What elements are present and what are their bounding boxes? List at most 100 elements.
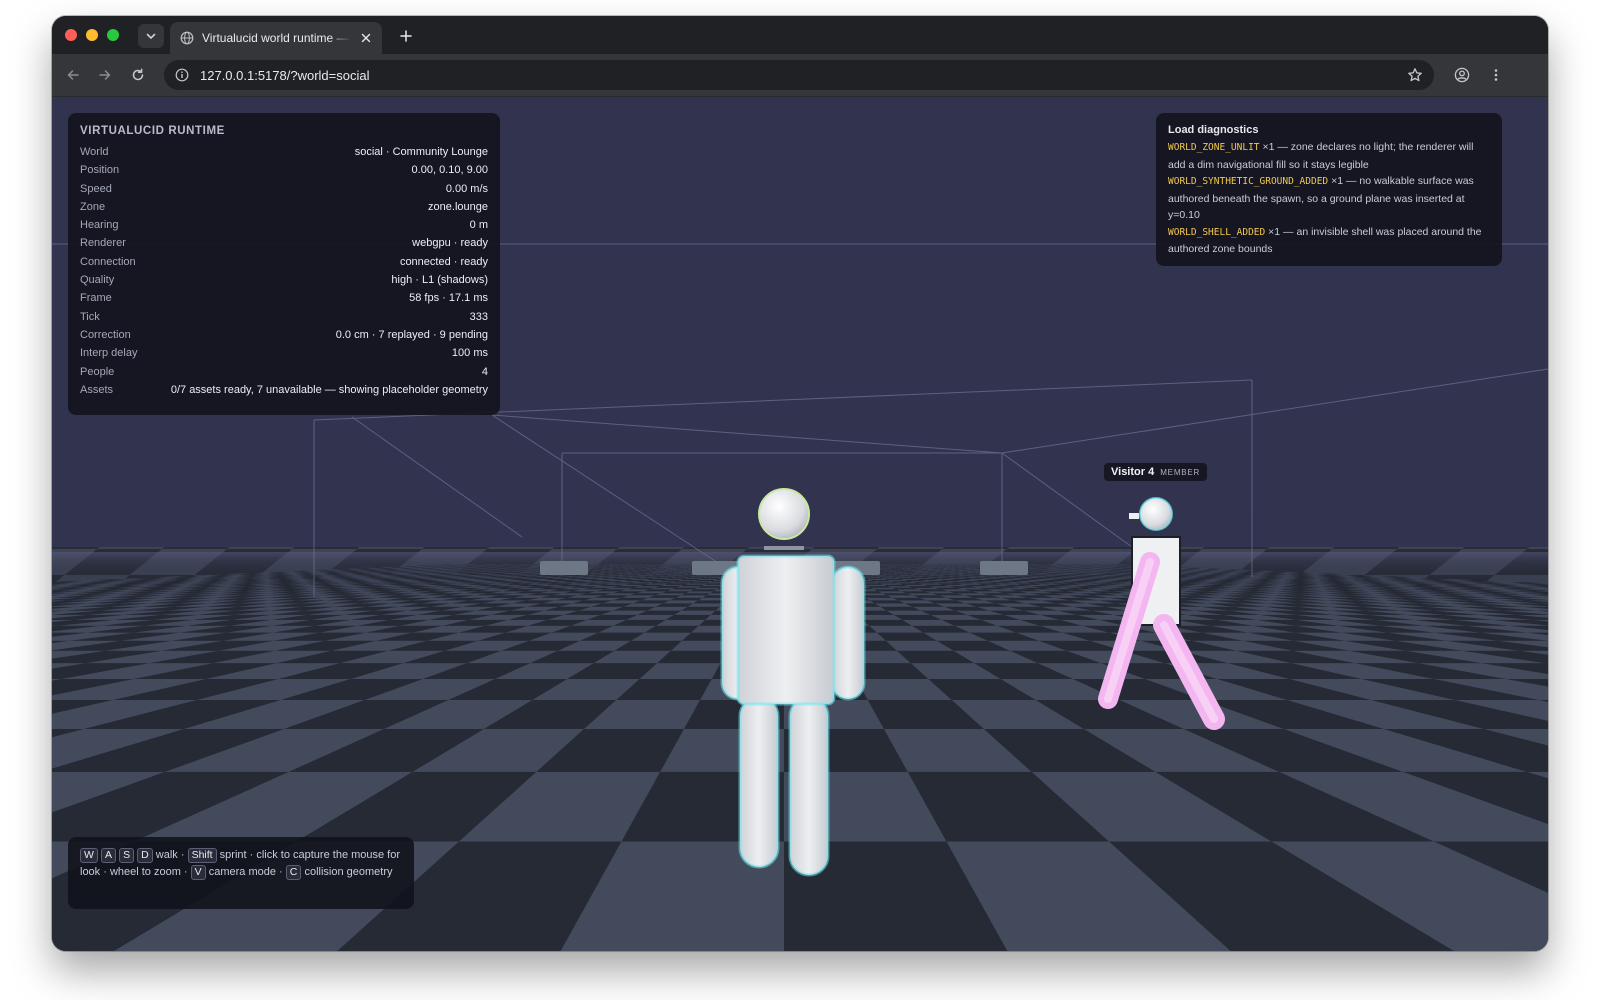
diagnostic-count: ×1	[1331, 175, 1344, 187]
minimize-window-button[interactable]	[86, 29, 98, 41]
close-tab-icon[interactable]	[358, 30, 374, 46]
hud-value: 333	[469, 310, 488, 323]
controls-help-panel: W A S D walk · Shift sprint · click to c…	[68, 837, 414, 909]
hud-row-quality: Quality high · L1 (shadows)	[80, 271, 488, 289]
hud-title: VIRTUALUCID RUNTIME	[80, 125, 225, 137]
key-v: V	[190, 864, 206, 880]
hud-row-interp-delay: Interp delay 100 ms	[80, 344, 488, 362]
reload-icon	[132, 68, 144, 81]
hud-value: webgpu · ready	[412, 237, 488, 250]
hud-label: World	[80, 146, 109, 158]
maximize-window-button[interactable]	[107, 29, 119, 41]
hud-row-speed: Speed 0.00 m/s	[80, 180, 488, 198]
hud-rows: World social · Community Lounge Position 0.…	[80, 143, 488, 399]
profile-icon	[1454, 67, 1470, 83]
hud-value: high · L1 (shadows)	[391, 274, 488, 287]
hud-row-renderer: Renderer webgpu · ready	[80, 234, 488, 252]
hud-label: Connection	[80, 255, 136, 268]
tab-active[interactable]: Virtualucid world runtime — d	[170, 22, 382, 54]
visitor-role-badge: MEMBER	[1160, 467, 1201, 477]
visitor-nametag: Visitor 4 MEMBER	[1104, 463, 1208, 481]
key-a: A	[100, 848, 116, 863]
hud-value: 58 fps · 17.1 ms	[409, 292, 488, 305]
chevron-down-icon	[146, 33, 156, 40]
hud-label: Tick	[80, 310, 100, 323]
new-tab-button[interactable]	[395, 25, 417, 47]
camera-text: camera mode ·	[208, 865, 283, 878]
hud-label: Frame	[80, 292, 112, 305]
hud-value: 0.0 cm · 7 replayed · 9 pending	[335, 328, 488, 341]
address-bar[interactable]: 127.0.0.1:5178/?world=social	[164, 60, 1434, 90]
diagnostic-code: WORLD_ZONE_UNLIT	[1168, 142, 1260, 153]
hud-label: Assets	[80, 383, 114, 396]
hud-value: zone.lounge	[428, 200, 488, 213]
tab-bar: Virtualucid world runtime — d	[52, 16, 1548, 54]
hud-row-hearing: Hearing 0 m	[80, 216, 488, 234]
hud-row-zone: Zone zone.lounge	[80, 198, 488, 216]
visitor-name: Visitor 4	[1111, 466, 1155, 478]
globe-icon	[180, 31, 194, 45]
diagnostic-item: WORLD_SHELL_ADDED ×1 — an invisible shel…	[1168, 224, 1490, 258]
hud-label: Quality	[80, 274, 115, 287]
key-d: D	[137, 848, 153, 863]
hud-value: 0.00, 0.10, 9.00	[411, 164, 488, 177]
diagnostic-item: WORLD_ZONE_UNLIT ×1 — zone declares no l…	[1168, 139, 1490, 173]
reload-button[interactable]	[127, 64, 149, 86]
hud-row-position: Position 0.00, 0.10, 9.00	[80, 161, 488, 179]
hud-value: 0/7 assets ready, 7 unavailable — showin…	[170, 383, 488, 396]
url-text: 127.0.0.1:5178/?world=social	[200, 67, 370, 83]
hud-row-assets: Assets 0/7 assets ready, 7 unavailable — …	[80, 381, 488, 399]
site-info-icon[interactable]	[174, 67, 190, 83]
back-button[interactable]	[62, 64, 84, 86]
close-window-button[interactable]	[65, 29, 77, 41]
collision-text: collision geometry	[304, 865, 393, 878]
runtime-hud-panel: VIRTUALUCID RUNTIME World social · Commun…	[68, 113, 500, 415]
browser-toolbar: 127.0.0.1:5178/?world=social	[52, 54, 1548, 97]
hud-label: Position	[80, 164, 120, 177]
browser-menu-button[interactable]	[1485, 64, 1507, 86]
profile-button[interactable]	[1451, 64, 1473, 86]
forward-button[interactable]	[94, 64, 116, 86]
hud-row-connection: Connection connected · ready	[80, 253, 488, 271]
hud-row-correction: Correction 0.0 cm · 7 replayed · 9 pendin…	[80, 326, 488, 344]
hud-value: 0 m	[469, 219, 488, 232]
hud-label: Renderer	[80, 237, 126, 250]
tab-title: Virtualucid world runtime — d	[202, 31, 352, 45]
bookmark-star-icon[interactable]	[1406, 66, 1424, 84]
key-s: S	[119, 848, 135, 863]
hud-label: Hearing	[80, 219, 119, 232]
diagnostic-item: WORLD_SYNTHETIC_GROUND_ADDED ×1 — no wal…	[1168, 173, 1490, 224]
hud-label: Speed	[80, 182, 112, 195]
diagnostic-count: ×1	[1262, 141, 1275, 153]
diagnostic-count: ×1	[1268, 225, 1281, 238]
hud-value: 4	[481, 365, 488, 378]
more-vertical-icon	[1494, 69, 1498, 81]
arrow-left-icon	[67, 70, 79, 80]
hud-row-world: World social · Community Lounge	[80, 143, 488, 161]
hud-row-people: People 4	[80, 363, 488, 381]
world-viewport[interactable]: VIRTUALUCID RUNTIME World social · Commun…	[52, 97, 1548, 951]
browser-window: Virtualucid world runtime — d 127.0.0.1:…	[52, 16, 1548, 951]
arrow-right-icon	[99, 70, 111, 80]
hud-row-tick: Tick 333	[80, 308, 488, 326]
diagnostic-code: WORLD_SHELL_ADDED	[1168, 226, 1266, 238]
diagnostic-code: WORLD_SYNTHETIC_GROUND_ADDED	[1168, 176, 1329, 187]
hud-label: Correction	[80, 328, 131, 341]
hud-label: Interp delay	[80, 347, 138, 360]
hud-row-frame: Frame 58 fps · 17.1 ms	[80, 289, 488, 307]
hud-value: 100 ms	[451, 347, 488, 360]
plus-icon	[400, 30, 412, 42]
diagnostics-list: WORLD_ZONE_UNLIT ×1 — zone declares no l…	[1168, 139, 1490, 258]
walk-text: walk ·	[155, 849, 185, 861]
hud-value: connected · ready	[399, 255, 488, 268]
key-w: W	[80, 848, 98, 863]
hud-label: Zone	[80, 200, 106, 213]
tab-search-button[interactable]	[138, 24, 164, 48]
hud-label: People	[80, 365, 115, 378]
diagnostics-title: Load diagnostics	[1168, 124, 1259, 136]
load-diagnostics-panel: Load diagnostics WORLD_ZONE_UNLIT ×1 — z…	[1156, 113, 1502, 266]
hud-value: 0.00 m/s	[445, 182, 488, 195]
hud-value: social · Community Lounge	[354, 146, 488, 158]
key-shift: Shift	[187, 848, 217, 863]
key-c: C	[285, 864, 302, 880]
